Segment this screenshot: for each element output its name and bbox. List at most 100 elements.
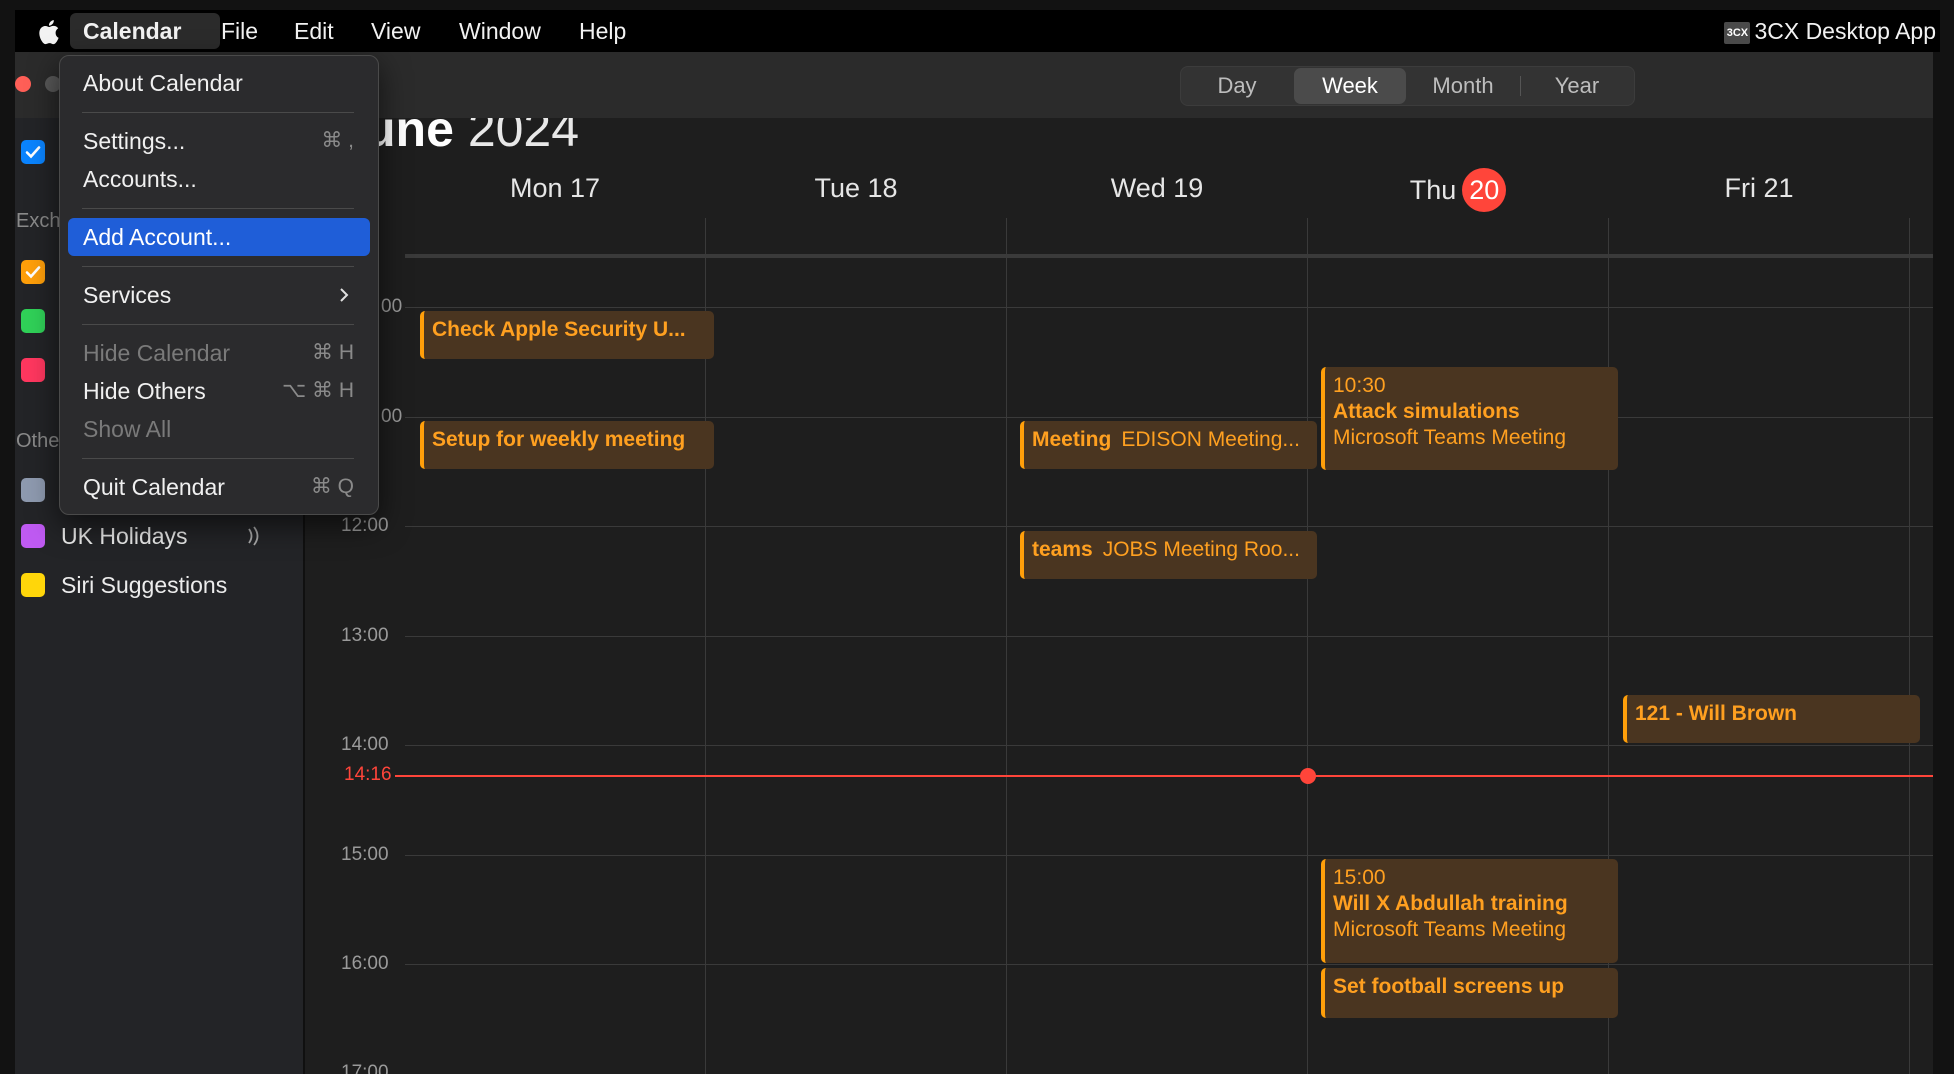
apple-icon[interactable]	[35, 18, 61, 46]
menu-item-label: Add Account...	[83, 224, 232, 250]
menu-file[interactable]: File	[221, 10, 258, 52]
time-label: 00	[381, 406, 403, 427]
event-setup-weekly-meeting[interactable]: Setup for weekly meeting	[420, 421, 714, 469]
menu-item-hide-calendar[interactable]: Hide Calendar ⌘ H	[68, 334, 370, 372]
calendar-checkbox[interactable]	[21, 309, 45, 333]
menu-bar: Calendar File Edit View Window Help 3CX 3…	[15, 10, 1940, 52]
calendar-checkbox[interactable]	[21, 260, 45, 284]
hour-line	[405, 526, 1933, 527]
calendar-grid: une 2024 Mon 17 Tue 18 Wed 19 Thu 20 Fri …	[305, 118, 1933, 1074]
view-switcher: Day Week Month Year	[1180, 66, 1635, 106]
event-will-abdullah-training[interactable]: 15:00 Will X Abdullah training Microsoft…	[1321, 859, 1618, 963]
calendar-checkbox[interactable]	[21, 524, 45, 548]
current-time-dot	[1300, 768, 1316, 784]
checkmark-icon	[25, 146, 41, 159]
time-label: 12:00	[341, 515, 389, 536]
event-title: Set football screens up	[1333, 975, 1565, 998]
calendar-checkbox[interactable]	[21, 140, 45, 164]
menu-item-hide-others[interactable]: Hide Others ⌥ ⌘ H	[68, 372, 370, 410]
today-badge: 20	[1462, 168, 1507, 212]
event-meeting-edison[interactable]: Meeting EDISON Meeting...	[1020, 421, 1317, 469]
menu-help[interactable]: Help	[579, 10, 626, 52]
calendar-app-menu: About Calendar Settings... ⌘ , Accounts..…	[59, 55, 379, 515]
event-location: JOBS Meeting Roo...	[1102, 538, 1300, 561]
calendar-checkbox[interactable]	[21, 573, 45, 597]
day-header-tue[interactable]: Tue 18	[706, 168, 1006, 208]
current-time-label: 14:16	[344, 764, 392, 785]
menu-shortcut: ⌥ ⌘ H	[281, 379, 354, 402]
menu-window[interactable]: Window	[459, 10, 541, 52]
event-title: teams	[1032, 538, 1093, 561]
menu-item-settings[interactable]: Settings... ⌘ ,	[68, 122, 370, 160]
menu-item-about[interactable]: About Calendar	[68, 64, 370, 102]
day-header-wed[interactable]: Wed 19	[1007, 168, 1307, 208]
event-title: Check Apple Security U...	[432, 318, 686, 341]
event-check-apple-security[interactable]: Check Apple Security U...	[420, 311, 714, 359]
tab-week[interactable]: Week	[1294, 68, 1406, 104]
menu-item-label: Show All	[83, 416, 172, 442]
current-time-line	[395, 775, 1933, 777]
menu-calendar[interactable]: Calendar	[83, 10, 181, 52]
hour-line	[405, 745, 1933, 746]
day-header-mon[interactable]: Mon 17	[405, 168, 705, 208]
year-label: 2024	[467, 118, 580, 157]
menu-shortcut: ⌘ Q	[310, 475, 354, 498]
time-label: 13:00	[341, 625, 389, 646]
day-header-thu[interactable]: Thu 20	[1308, 168, 1608, 212]
sidebar-section-exchange: Exch	[16, 210, 61, 232]
time-label: 17:00	[341, 1062, 389, 1074]
event-time: 10:30	[1333, 374, 1386, 397]
day-divider	[1909, 218, 1910, 1074]
calendar-checkbox[interactable]	[21, 358, 45, 382]
event-location: Microsoft Teams Meeting	[1333, 918, 1567, 941]
event-set-football-screens[interactable]: Set football screens up	[1321, 968, 1618, 1018]
event-teams-jobs[interactable]: teams JOBS Meeting Roo...	[1020, 531, 1317, 579]
screen: Calendar File Edit View Window Help 3CX 3…	[0, 0, 1954, 1074]
menu-item-label: Hide Calendar	[83, 340, 231, 366]
day-divider	[1307, 218, 1308, 1074]
menu-edit[interactable]: Edit	[294, 10, 334, 52]
menu-separator	[82, 208, 354, 209]
event-location: EDISON Meeting...	[1121, 428, 1300, 451]
menu-item-accounts[interactable]: Accounts...	[68, 160, 370, 198]
time-label: 16:00	[341, 953, 389, 974]
calendar-checkbox[interactable]	[21, 478, 45, 502]
tray-3cx-label: 3CX Desktop App	[1754, 18, 1936, 44]
tab-month[interactable]: Month	[1407, 67, 1519, 105]
menu-item-label: Settings...	[83, 128, 186, 154]
3cx-icon: 3CX	[1724, 21, 1751, 44]
hour-line	[405, 307, 1933, 308]
menu-item-add-account[interactable]: Add Account...	[68, 218, 370, 256]
close-window-button[interactable]	[15, 76, 31, 92]
sidebar-item-siri-suggestions[interactable]: Siri Suggestions	[20, 568, 280, 602]
tray-3cx[interactable]: 3CX 3CX Desktop App	[1724, 10, 1936, 52]
menu-view[interactable]: View	[371, 10, 420, 52]
time-label: 15:00	[341, 844, 389, 865]
hour-line	[405, 636, 1933, 637]
menu-separator	[82, 324, 354, 325]
sidebar-section-other: Othe	[16, 430, 60, 452]
event-time: 15:00	[1333, 866, 1386, 889]
sidebar-item-label: UK Holidays	[61, 523, 188, 549]
day-header-fri[interactable]: Fri 21	[1609, 168, 1909, 208]
menu-separator	[82, 458, 354, 459]
menu-item-label: Services	[83, 282, 172, 308]
hour-line	[405, 964, 1933, 965]
event-121-will-brown[interactable]: 121 - Will Brown	[1623, 695, 1920, 743]
month-title: une 2024	[365, 118, 579, 158]
menu-item-services[interactable]: Services	[68, 276, 370, 314]
sidebar-item-uk-holidays[interactable]: UK Holidays	[20, 519, 280, 553]
sidebar-item-label: Siri Suggestions	[61, 572, 228, 598]
menu-shortcut: ⌘ H	[312, 341, 354, 364]
event-location: Microsoft Teams Meeting	[1333, 426, 1567, 449]
menu-item-show-all[interactable]: Show All	[68, 410, 370, 448]
tab-year[interactable]: Year	[1521, 67, 1633, 105]
menu-separator	[82, 266, 354, 267]
event-title: 121 - Will Brown	[1635, 702, 1798, 725]
chevron-right-icon	[340, 288, 349, 302]
event-attack-simulations[interactable]: 10:30 Attack simulations Microsoft Teams…	[1321, 367, 1618, 470]
menu-item-quit[interactable]: Quit Calendar ⌘ Q	[68, 468, 370, 506]
tab-day[interactable]: Day	[1181, 67, 1293, 105]
all-day-divider	[405, 254, 1933, 258]
menu-item-label: Hide Others	[83, 378, 206, 404]
